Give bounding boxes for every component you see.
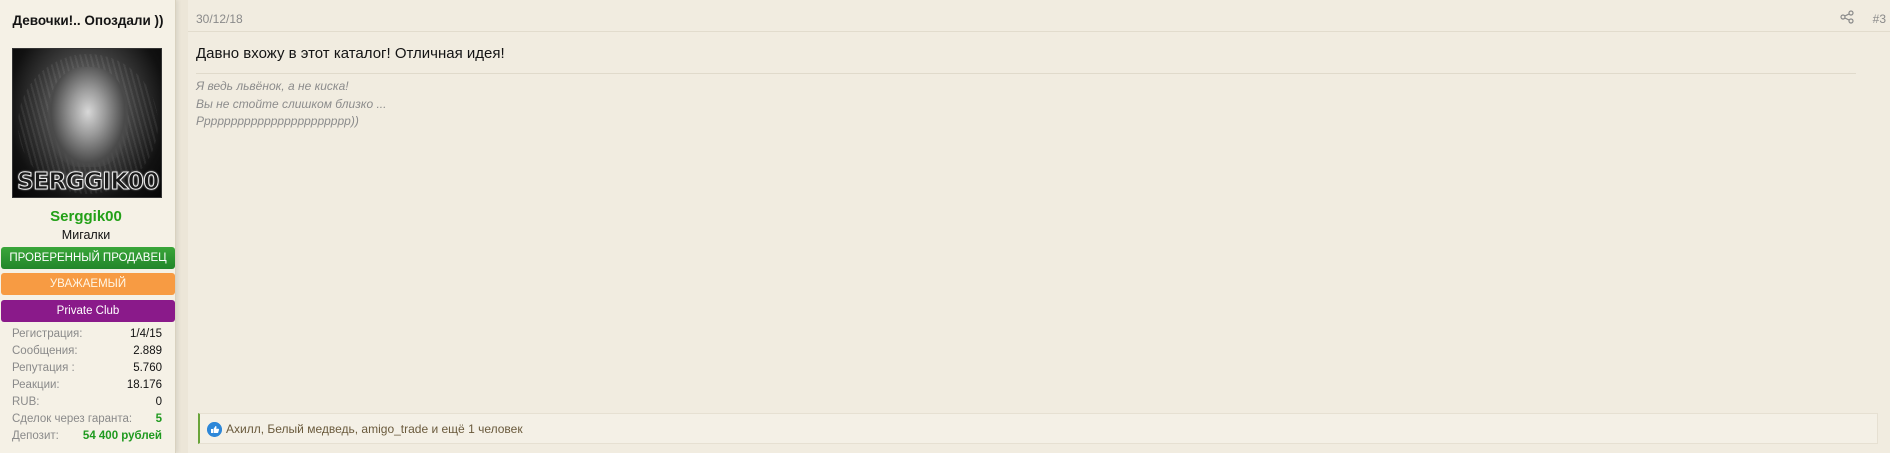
respected-banner: УВАЖАЕМЫЙ <box>1 273 175 295</box>
stat-messages: Сообщения: 2.889 <box>12 343 162 360</box>
avatar-watermark: SERGGIK00 <box>17 169 160 196</box>
signature-line: Ррррррррррррррррррррррр)) <box>196 114 359 128</box>
username-link[interactable]: Serggik00 <box>0 208 172 225</box>
stat-label: Сделок через гаранта: <box>12 413 133 425</box>
stat-label: Депозит: <box>12 430 59 442</box>
avatar-lion-face <box>48 67 128 167</box>
stat-label: Реакции: <box>12 379 60 391</box>
stat-registration: Регистрация: 1/4/15 <box>12 326 162 343</box>
stat-label: Репутация : <box>12 362 75 374</box>
stat-deposit: Депозит: 54 400 рублей <box>12 428 162 445</box>
signature-line: Вы не стойте слишком близко ... <box>196 96 387 111</box>
user-title: Мигалки <box>61 228 111 242</box>
stat-value: 18.176 <box>126 379 162 391</box>
stat-value: 54 400 рублей <box>82 430 162 442</box>
share-icon[interactable] <box>1840 10 1854 24</box>
stat-value: 0 <box>155 396 162 408</box>
post: 30/12/18 #3 Давно вхожу в этот каталог! … <box>188 0 1890 453</box>
stat-value: 5.760 <box>133 362 162 374</box>
signature-line: Я ведь львёнок, а не киска! <box>196 79 349 93</box>
post-number-link[interactable]: #3 <box>1873 12 1886 26</box>
stat-value[interactable]: 2.889 <box>133 343 162 360</box>
user-custom-title: Девочки!.. Опоздали )) <box>12 13 164 28</box>
user-card: Девочки!.. Опоздали )) SERGGIK00 Serggik… <box>0 0 176 453</box>
stat-value: 5 <box>155 413 162 425</box>
stat-label: Сообщения: <box>12 345 78 357</box>
thumbs-up-icon <box>207 422 222 437</box>
stat-guarantee-deals: Сделок через гаранта: 5 <box>12 411 162 428</box>
stat-value: 1/4/15 <box>130 328 162 340</box>
post-message: Давно вхожу в этот каталог! Отличная иде… <box>196 45 505 62</box>
stat-label: Регистрация: <box>12 328 83 340</box>
post-date-link[interactable]: 30/12/18 <box>196 12 243 26</box>
stat-reputation: Репутация : 5.760 <box>12 360 162 377</box>
likes-bar: Ахилл, Белый медведь, amigo_trade и ещё … <box>198 413 1878 444</box>
stat-rub: RUB: 0 <box>12 394 162 411</box>
post-header: 30/12/18 #3 <box>188 0 1890 32</box>
avatar[interactable]: SERGGIK00 <box>12 48 162 198</box>
seller-banner: ПРОВЕРЕННЫЙ ПРОДАВЕЦ <box>1 247 175 269</box>
stat-reactions: Реакции: 18.176 <box>12 377 162 394</box>
private-club-banner: Private Club <box>1 300 175 322</box>
stat-label: RUB: <box>12 396 40 408</box>
likes-list[interactable]: Ахилл, Белый медведь, amigo_trade и ещё … <box>226 422 523 436</box>
signature: Я ведь львёнок, а не киска! Вы не стойте… <box>196 73 1856 131</box>
user-stats: Регистрация: 1/4/15 Сообщения: 2.889 Реп… <box>12 326 162 445</box>
